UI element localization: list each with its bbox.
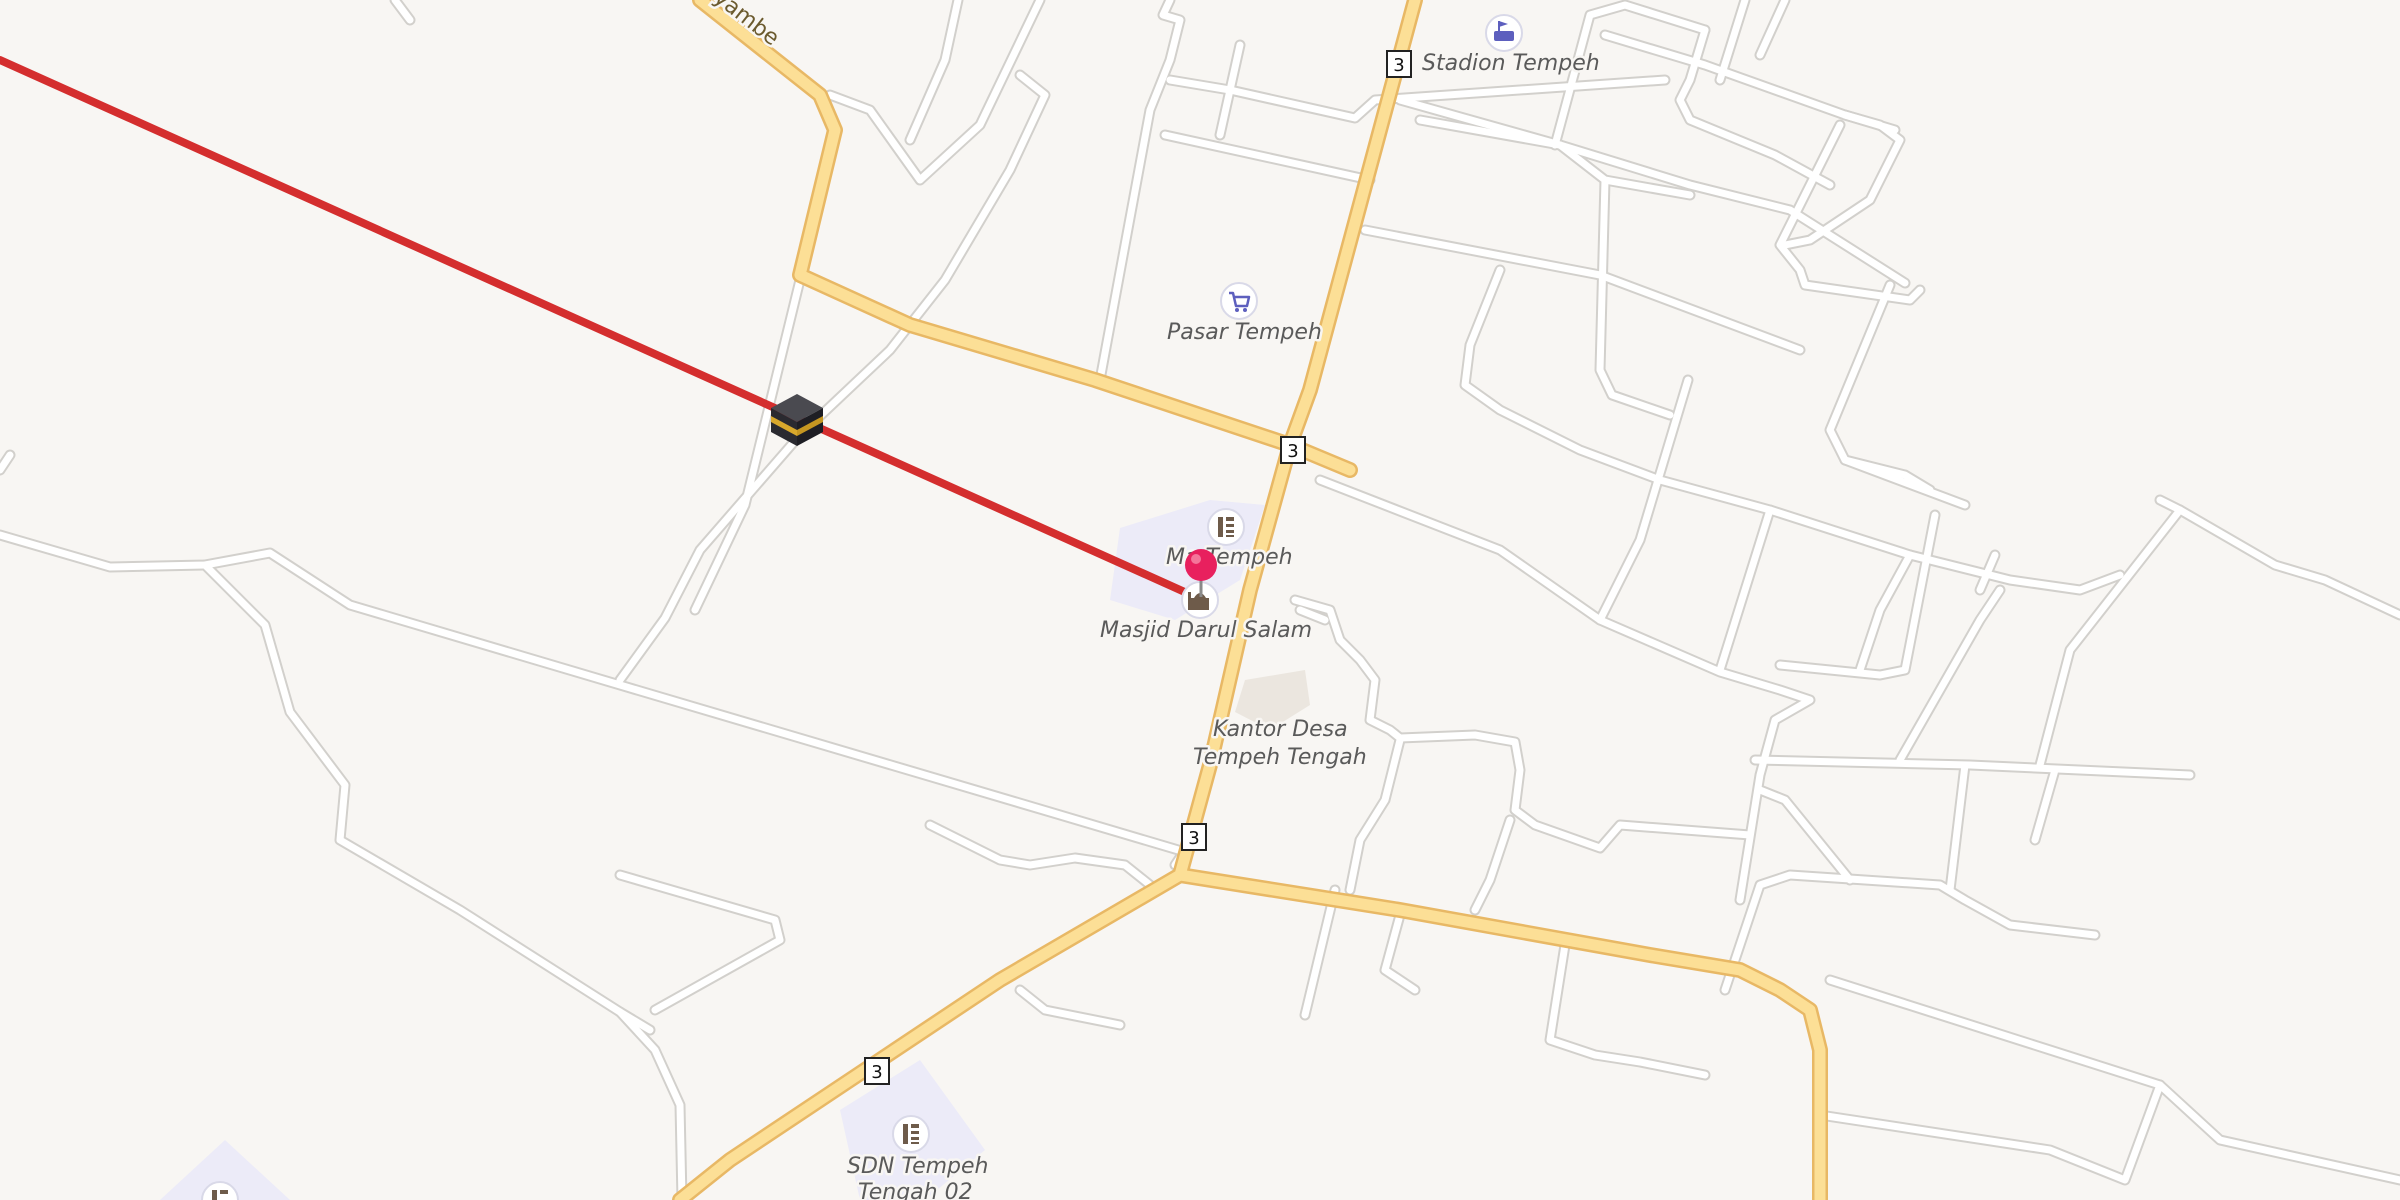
map-canvas[interactable]: yambe 3 3 3 3 Stadion Tempeh Pasar Tempe… — [0, 0, 2400, 1200]
school-icon[interactable] — [892, 1115, 930, 1153]
school-sdn-label-line1[interactable]: SDN Tempeh — [845, 1152, 992, 1182]
svg-text:3: 3 — [1287, 441, 1298, 462]
stadium-icon[interactable] — [1485, 14, 1523, 52]
route-shield: 3 — [864, 1057, 890, 1085]
school-sdn-label-line2[interactable]: Tengah 02 — [856, 1178, 976, 1200]
route-shield: 3 — [1181, 823, 1207, 851]
village-office-label-line2[interactable]: Tempeh Tengah — [1191, 743, 1370, 773]
school-ma-label[interactable]: Ma Tempeh — [1164, 543, 1296, 573]
mosque-label[interactable]: Masjid Darul Salam — [1098, 616, 1315, 646]
route-shield: 3 — [1386, 50, 1412, 78]
svg-text:3: 3 — [1393, 55, 1404, 76]
svg-text:3: 3 — [1188, 828, 1199, 849]
svg-text:3: 3 — [871, 1062, 882, 1083]
route-shield: 3 — [1280, 436, 1306, 464]
stadium-label[interactable]: Stadion Tempeh — [1420, 49, 1603, 79]
shopping-cart-icon[interactable] — [1220, 282, 1258, 320]
school-icon[interactable] — [1207, 508, 1245, 546]
market-label[interactable]: Pasar Tempeh — [1165, 318, 1325, 348]
village-office-label-line1[interactable]: Kantor Desa — [1211, 715, 1351, 745]
